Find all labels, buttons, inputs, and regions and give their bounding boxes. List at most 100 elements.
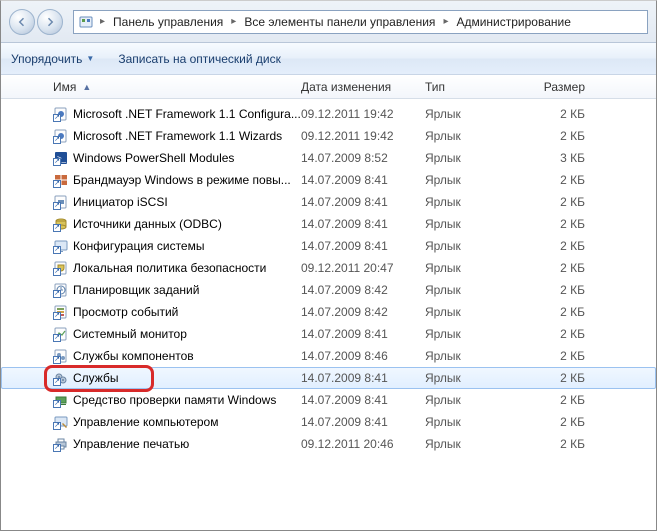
file-date: 14.07.2009 8:41 bbox=[301, 393, 425, 407]
file-date: 14.07.2009 8:42 bbox=[301, 283, 425, 297]
list-item[interactable]: ↗ Microsoft .NET Framework 1.1 Configura.… bbox=[1, 103, 656, 125]
file-date: 14.07.2009 8:42 bbox=[301, 305, 425, 319]
forward-button[interactable] bbox=[37, 9, 63, 35]
toolbar: Упорядочить ▼ Записать на оптический дис… bbox=[1, 43, 656, 75]
chevron-right-icon[interactable]: ▸ bbox=[441, 16, 450, 27]
file-date: 14.07.2009 8:41 bbox=[301, 239, 425, 253]
shortcut-icon: ↗ bbox=[53, 128, 69, 144]
file-size: 2 КБ bbox=[537, 349, 595, 363]
file-date: 14.07.2009 8:41 bbox=[301, 217, 425, 231]
file-type: Ярлык bbox=[425, 173, 537, 187]
list-item[interactable]: ↗Инициатор iSCSI14.07.2009 8:41Ярлык2 КБ bbox=[1, 191, 656, 213]
file-size: 2 КБ bbox=[537, 129, 595, 143]
sort-ascending-icon: ▲ bbox=[82, 82, 91, 92]
file-size: 2 КБ bbox=[537, 107, 595, 121]
burn-button[interactable]: Записать на оптический диск bbox=[118, 52, 281, 66]
file-type: Ярлык bbox=[425, 393, 537, 407]
file-date: 14.07.2009 8:41 bbox=[301, 371, 425, 385]
shortcut-icon: ↗ bbox=[53, 194, 69, 210]
shortcut-icon: ↗ bbox=[53, 326, 69, 342]
breadcrumb-item[interactable]: Панель управления bbox=[111, 15, 225, 29]
column-header-type[interactable]: Тип bbox=[425, 80, 537, 94]
file-date: 09.12.2011 19:42 bbox=[301, 107, 425, 121]
file-name: Конфигурация системы bbox=[73, 239, 204, 253]
shortcut-icon: ↗ bbox=[53, 216, 69, 232]
file-size: 2 КБ bbox=[537, 283, 595, 297]
file-name: Планировщик заданий bbox=[73, 283, 199, 297]
breadcrumb-item[interactable]: Администрирование bbox=[454, 15, 572, 29]
file-size: 2 КБ bbox=[537, 327, 595, 341]
file-name: Управление печатью bbox=[73, 437, 189, 451]
file-size: 2 КБ bbox=[537, 195, 595, 209]
list-item[interactable]: ↗ Просмотр событий 14.07.2009 8:42Ярлык2 К… bbox=[1, 301, 656, 323]
column-header-size[interactable]: Размер bbox=[537, 80, 595, 94]
list-item[interactable]: ↗Управление компьютером14.07.2009 8:41Яр… bbox=[1, 411, 656, 433]
list-item[interactable]: ↗ Microsoft .NET Framework 1.1 Wizards 09.… bbox=[1, 125, 656, 147]
file-type: Ярлык bbox=[425, 151, 537, 165]
list-item[interactable]: ↗ Источники данных (ODBC) 14.07.2009 8:41Я… bbox=[1, 213, 656, 235]
shortcut-icon: ↗ bbox=[53, 348, 69, 364]
file-name: Microsoft .NET Framework 1.1 Wizards bbox=[73, 129, 282, 143]
back-button[interactable] bbox=[9, 9, 35, 35]
control-panel-icon bbox=[78, 14, 94, 30]
file-size: 2 КБ bbox=[537, 371, 595, 385]
shortcut-icon: >_↗ bbox=[53, 150, 69, 166]
file-name: Управление компьютером bbox=[73, 415, 218, 429]
file-size: 2 КБ bbox=[537, 305, 595, 319]
shortcut-icon: ↗ bbox=[53, 414, 69, 430]
list-item[interactable]: ↗Планировщик заданий14.07.2009 8:42Ярлык… bbox=[1, 279, 656, 301]
chevron-right-icon[interactable]: ▸ bbox=[229, 16, 238, 27]
file-name: Системный монитор bbox=[73, 327, 187, 341]
column-headers: Имя ▲ Дата изменения Тип Размер bbox=[1, 75, 656, 99]
shortcut-icon: ↗ bbox=[53, 260, 69, 276]
file-type: Ярлык bbox=[425, 305, 537, 319]
address-bar[interactable]: ▸ Панель управления ▸ Все элементы панел… bbox=[73, 10, 648, 34]
organize-button[interactable]: Упорядочить ▼ bbox=[11, 52, 94, 66]
file-name: Инициатор iSCSI bbox=[73, 195, 168, 209]
file-type: Ярлык bbox=[425, 239, 537, 253]
file-size: 2 КБ bbox=[537, 415, 595, 429]
nav-buttons bbox=[9, 9, 63, 35]
file-name: Microsoft .NET Framework 1.1 Configura..… bbox=[73, 107, 301, 121]
file-type: Ярлык bbox=[425, 107, 537, 121]
shortcut-icon: ↗ bbox=[53, 370, 69, 386]
file-name: Средство проверки памяти Windows bbox=[73, 393, 276, 407]
list-item[interactable]: ↗Системный монитор14.07.2009 8:41Ярлык2 … bbox=[1, 323, 656, 345]
file-size: 3 КБ bbox=[537, 151, 595, 165]
file-type: Ярлык bbox=[425, 437, 537, 451]
shortcut-icon: ↗ bbox=[53, 238, 69, 254]
shortcut-icon: ↗ bbox=[53, 436, 69, 452]
file-type: Ярлык bbox=[425, 217, 537, 231]
list-item[interactable]: ↗Службы компонентов14.07.2009 8:46Ярлык2… bbox=[1, 345, 656, 367]
dropdown-arrow-icon: ▼ bbox=[86, 54, 94, 63]
file-date: 09.12.2011 19:42 bbox=[301, 129, 425, 143]
column-header-name[interactable]: Имя ▲ bbox=[53, 80, 301, 94]
list-item[interactable]: ↗Средство проверки памяти Windows14.07.2… bbox=[1, 389, 656, 411]
file-size: 2 КБ bbox=[537, 217, 595, 231]
list-item[interactable]: ↗Брандмауэр Windows в режиме повы...14.0… bbox=[1, 169, 656, 191]
shortcut-icon: ↗ bbox=[53, 304, 69, 320]
file-size: 2 КБ bbox=[537, 173, 595, 187]
file-type: Ярлык bbox=[425, 261, 537, 275]
file-date: 14.07.2009 8:41 bbox=[301, 195, 425, 209]
chevron-right-icon[interactable]: ▸ bbox=[98, 16, 107, 27]
list-item[interactable]: ↗ Конфигурация системы 14.07.2009 8:41Ярлы… bbox=[1, 235, 656, 257]
file-name: Windows PowerShell Modules bbox=[73, 151, 234, 165]
file-type: Ярлык bbox=[425, 327, 537, 341]
breadcrumb-item[interactable]: Все элементы панели управления bbox=[242, 15, 437, 29]
file-list: ↗ Microsoft .NET Framework 1.1 Configura.… bbox=[1, 99, 656, 455]
shortcut-icon: ↗ bbox=[53, 106, 69, 122]
list-item[interactable]: >_↗Windows PowerShell Modules14.07.2009 … bbox=[1, 147, 656, 169]
column-header-date[interactable]: Дата изменения bbox=[301, 80, 425, 94]
list-item[interactable]: ↗Службы14.07.2009 8:41Ярлык2 КБ bbox=[1, 367, 656, 389]
file-size: 2 КБ bbox=[537, 437, 595, 451]
file-name: Локальная политика безопасности bbox=[73, 261, 266, 275]
file-type: Ярлык bbox=[425, 129, 537, 143]
list-item[interactable]: ↗Управление печатью09.12.2011 20:46Ярлык… bbox=[1, 433, 656, 455]
file-name: Просмотр событий bbox=[73, 305, 178, 319]
file-size: 2 КБ bbox=[537, 261, 595, 275]
file-type: Ярлык bbox=[425, 371, 537, 385]
shortcut-icon: ↗ bbox=[53, 282, 69, 298]
list-item[interactable]: ↗Локальная политика безопасности09.12.20… bbox=[1, 257, 656, 279]
file-name: Источники данных (ODBC) bbox=[73, 217, 222, 231]
